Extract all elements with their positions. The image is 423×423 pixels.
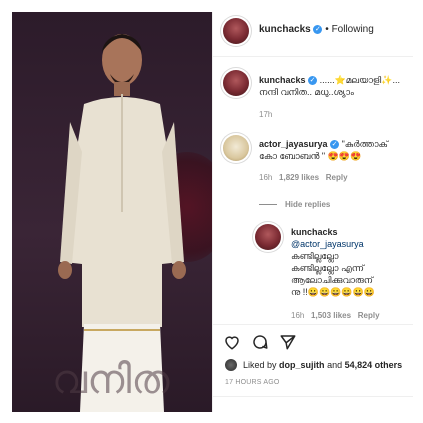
- instagram-post: വനിത kunchacks ✓ • Following kunchacks ✓…: [12, 12, 413, 412]
- comment-time: 16h: [259, 173, 273, 182]
- hide-replies-button[interactable]: Hide replies: [259, 200, 330, 209]
- comment-line2: കോ ബോബൻ " 😍😍😍: [259, 151, 362, 161]
- hide-replies-label: Hide replies: [285, 200, 331, 209]
- likes-middle: and: [327, 360, 343, 370]
- likes-prefix: Liked by: [243, 360, 277, 370]
- bottom-divider: [213, 396, 413, 397]
- comment-reply-button[interactable]: Reply: [326, 173, 348, 182]
- header-separator: •: [325, 24, 329, 35]
- reply-line1: കണ്ടില്ലല്ലോ: [291, 251, 339, 261]
- reply-username[interactable]: kunchacks: [291, 226, 411, 238]
- post-header: kunchacks ✓ • Following: [259, 24, 374, 35]
- comment-likes[interactable]: 1,829 likes: [279, 173, 319, 182]
- caption-text: kunchacks ✓ ......⭐മലയാളി✨... നന്ദി വനിത…: [259, 74, 411, 98]
- avatar[interactable]: [223, 18, 249, 44]
- reply-mention[interactable]: @actor_jayasurya: [291, 238, 411, 250]
- post-photo[interactable]: വനിത: [12, 12, 212, 412]
- avatar[interactable]: [223, 70, 249, 96]
- reply-likes[interactable]: 1,503 likes: [311, 311, 351, 320]
- avatar[interactable]: [255, 224, 281, 250]
- reply-reply-button[interactable]: Reply: [358, 311, 380, 320]
- reply-text: kunchacks @actor_jayasurya കണ്ടില്ലല്ലോ …: [291, 226, 411, 298]
- man-in-kurta-figure: [58, 34, 186, 412]
- follow-status[interactable]: Following: [332, 24, 374, 35]
- verified-icon: ✓: [330, 140, 340, 150]
- likes-count[interactable]: 54,824 others: [345, 360, 403, 370]
- avatar[interactable]: [223, 135, 249, 161]
- magazine-watermark: വനിത: [52, 357, 170, 403]
- verified-icon: ✓: [308, 76, 318, 86]
- comment-line1: "കുർത്താക്: [341, 139, 388, 149]
- likes-line: Liked by dop_sujith and 54,824 others: [243, 360, 402, 370]
- reply-meta: 16h 1,503 likes Reply: [291, 311, 380, 320]
- liker-avatar[interactable]: [225, 359, 237, 371]
- caption-username[interactable]: kunchacks: [259, 75, 306, 85]
- reply-line4: നു !!😀😀😀😀😀😀: [291, 287, 375, 297]
- comments-panel: kunchacks ✓ • Following kunchacks ✓ ....…: [212, 12, 413, 412]
- hide-replies-line: [259, 204, 277, 206]
- caption-time: 17h: [259, 110, 273, 119]
- reply-line3: ആലോചിക്കുവാരുന്: [291, 275, 373, 285]
- caption-line2: നന്ദി വനിത.. മധു..ശ്യാം: [259, 87, 354, 97]
- comment-icon[interactable]: [251, 333, 269, 351]
- liker-username[interactable]: dop_sujith: [279, 360, 325, 370]
- caption-line1: ......⭐മലയാളി✨...: [319, 75, 400, 85]
- post-timestamp: 17 HOURS AGO: [225, 379, 280, 386]
- header-username[interactable]: kunchacks: [259, 24, 311, 35]
- verified-icon: ✓: [313, 24, 323, 34]
- reply-line2: കണ്ടില്ലല്ലോ എന്ന്: [291, 263, 364, 273]
- share-icon[interactable]: [279, 333, 297, 351]
- reply-time: 16h: [291, 311, 305, 320]
- comment-meta: 16h 1,829 likes Reply: [259, 173, 348, 182]
- actions-divider: [213, 324, 413, 325]
- header-divider: [213, 56, 413, 57]
- comment-username[interactable]: actor_jayasurya: [259, 139, 328, 149]
- comment-text: actor_jayasurya ✓ "കുർത്താക് കോ ബോബൻ " 😍…: [259, 138, 411, 162]
- heart-icon[interactable]: [223, 333, 241, 351]
